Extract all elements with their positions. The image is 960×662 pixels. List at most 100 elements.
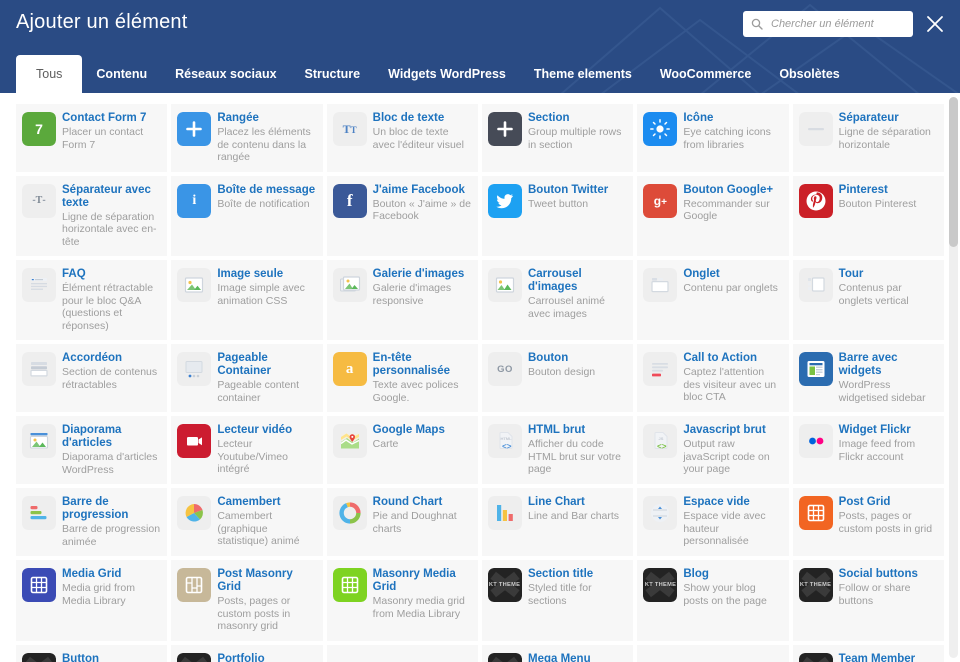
tab-widgets-wordpress[interactable]: Widgets WordPress bbox=[374, 55, 520, 93]
element-card[interactable]: KT THEME Mega Menu widgetCategories mega … bbox=[481, 644, 634, 662]
tab-theme-elements[interactable]: Theme elements bbox=[520, 55, 646, 93]
element-name: Onglet bbox=[683, 268, 720, 280]
scrollbar-thumb[interactable] bbox=[949, 97, 958, 247]
element-card[interactable]: Round Chart Pie and Doughnat charts bbox=[326, 488, 478, 556]
element-card[interactable]: Diaporama d'articles Diaporama d'articles… bbox=[16, 416, 168, 484]
element-card[interactable]: Widget Flickr Image feed from Flickr acco… bbox=[792, 416, 944, 484]
element-card[interactable]: Media Grid Media grid from Media Library bbox=[16, 560, 168, 641]
element-card[interactable]: Lecteur vidéo Lecteur Youtube/Vimeo intég… bbox=[171, 416, 323, 484]
vertical-scrollbar[interactable] bbox=[949, 97, 958, 658]
tab-woocommerce[interactable]: WooCommerce bbox=[646, 55, 765, 93]
element-card[interactable]: KT THEME Social buttons Follow or share bu… bbox=[792, 560, 944, 641]
element-card[interactable]: Tour Contenus par onglets vertical bbox=[792, 260, 944, 340]
masonry-media-grid-icon bbox=[332, 568, 367, 602]
element-text: Bloc de texte Un bloc de texte avec l'édi… bbox=[373, 112, 471, 151]
element-name: HTML brut bbox=[527, 424, 586, 436]
element-card[interactable]: FAQ Élément rétractable pour le bloc Q&A … bbox=[16, 260, 168, 340]
tab-obsol-tes[interactable]: Obsolètes bbox=[765, 55, 853, 93]
element-card[interactable]: KT THEMEGoogle Map bbox=[326, 644, 478, 662]
element-card[interactable]: TT Bloc de texte Un bloc de texte avec l'é… bbox=[326, 104, 478, 172]
element-name: Barre de progression bbox=[62, 496, 129, 521]
element-card[interactable]: KT THEME Section title Styled title for se… bbox=[481, 560, 634, 641]
element-card[interactable]: Camembert Camembert (graphique statistiqu… bbox=[171, 488, 323, 556]
element-card[interactable]: g+ Bouton Google+ Recommander sur Google bbox=[637, 175, 789, 256]
twitter-icon bbox=[487, 183, 522, 218]
element-card[interactable]: Post Grid Posts, pages or custom posts in… bbox=[792, 488, 944, 556]
element-card[interactable]: Séparateur Ligne de séparation horizontal… bbox=[792, 104, 944, 172]
element-name: Widget Flickr bbox=[838, 424, 911, 436]
element-name: Icône bbox=[683, 112, 714, 124]
tab-structure[interactable]: Structure bbox=[291, 55, 375, 93]
element-card[interactable]: Pinterest Bouton Pinterest bbox=[792, 175, 944, 256]
element-text: Barre de progression Barre de progression… bbox=[62, 496, 160, 548]
tab-tous[interactable]: Tous bbox=[16, 55, 83, 93]
element-description: Posts, pages or custom posts in grid bbox=[838, 510, 933, 535]
element-card[interactable]: Barre de progression Barre de progression… bbox=[16, 488, 168, 556]
element-card[interactable]: Pageable Container Pageable content conta… bbox=[171, 344, 323, 412]
element-description: Show your blog posts on the page bbox=[683, 582, 767, 607]
element-icon-wrap: KT THEME bbox=[798, 652, 833, 662]
tab-r-seaux-sociaux[interactable]: Réseaux sociaux bbox=[161, 55, 290, 93]
element-icon-wrap bbox=[177, 352, 212, 386]
tab-contenu[interactable]: Contenu bbox=[82, 55, 161, 93]
element-card[interactable]: Bouton Twitter Tweet button bbox=[481, 175, 634, 256]
element-card[interactable]: Accordéon Section de contenus rétractable… bbox=[16, 344, 168, 412]
element-card[interactable]: GO Bouton Bouton design bbox=[481, 344, 634, 412]
element-card[interactable]: HTML <> HTML brut Afficher du code HTML bru… bbox=[481, 416, 634, 484]
element-card[interactable]: Image seule Image simple avec animation C… bbox=[171, 260, 323, 340]
facebook-icon: f bbox=[332, 183, 367, 218]
element-card[interactable]: KT THEME ButtonSimple button in different… bbox=[16, 644, 168, 662]
element-card[interactable]: Call to Action Captez l'attention des vis… bbox=[637, 344, 789, 412]
single-image-icon bbox=[177, 268, 212, 302]
element-text: Masonry Media Grid Masonry media grid fro… bbox=[373, 568, 471, 620]
element-card[interactable]: Post Masonry Grid Posts, pages or custom … bbox=[171, 560, 323, 641]
element-card[interactable]: KT THEMEAnimated Counter bbox=[637, 644, 789, 662]
element-card[interactable]: Section Group multiple rows in section bbox=[481, 104, 634, 172]
element-description: WordPress widgetised sidebar bbox=[838, 379, 926, 404]
element-card[interactable]: a En-tête personnalisée Texte avec polices… bbox=[326, 344, 478, 412]
element-description: Bouton Pinterest bbox=[838, 197, 917, 210]
pageable-container-icon bbox=[177, 352, 212, 386]
element-card[interactable]: f J'aime Facebook Bouton « J'aime » de Fac… bbox=[326, 175, 478, 256]
element-card[interactable]: Masonry Media Grid Masonry media grid fro… bbox=[326, 560, 478, 641]
element-icon-wrap bbox=[643, 268, 678, 302]
element-name: Bloc de texte bbox=[372, 112, 445, 124]
element-name: Post Grid bbox=[838, 496, 891, 508]
svg-text:<>: <> bbox=[657, 443, 667, 452]
element-name: FAQ bbox=[62, 268, 86, 280]
element-card[interactable]: JS <> Javascript brut Output raw javaScript… bbox=[637, 416, 789, 484]
search-box[interactable] bbox=[743, 11, 913, 37]
element-name: Blog bbox=[683, 568, 709, 580]
element-text: Round Chart Pie and Doughnat charts bbox=[373, 496, 471, 535]
element-name: Barre avec widgets bbox=[838, 352, 898, 377]
element-text: Post Grid Posts, pages or custom posts in… bbox=[839, 496, 937, 535]
element-card[interactable]: Onglet Contenu par onglets bbox=[637, 260, 789, 340]
element-text: ButtonSimple button in different theme s… bbox=[62, 653, 160, 662]
element-card[interactable]: 7 Contact Form 7 Placer un contact Form 7 bbox=[16, 104, 168, 172]
element-description: Bouton « J'aime » de Facebook bbox=[372, 197, 471, 223]
element-card[interactable]: Google Maps Carte bbox=[326, 416, 478, 484]
element-text: Boîte de message Boîte de notification bbox=[217, 184, 315, 211]
element-description: Afficher du code HTML brut sur votre pag… bbox=[527, 438, 621, 475]
element-description: Ligne de séparation horizontale bbox=[838, 126, 931, 151]
element-card[interactable]: -T- Séparateur avec texte Ligne de séparat… bbox=[16, 175, 168, 256]
element-card[interactable]: KT THEME Team MemberDisplay information a… bbox=[792, 644, 944, 662]
search-input[interactable] bbox=[769, 17, 905, 31]
element-card[interactable]: Espace vide Espace vide avec hauteur pers… bbox=[637, 488, 789, 556]
element-card[interactable]: i Boîte de message Boîte de notification bbox=[171, 175, 323, 256]
close-icon[interactable] bbox=[924, 13, 946, 35]
element-description: Diaporama d'articles WordPress bbox=[62, 451, 158, 476]
element-card[interactable]: Carrousel d'images Carrousel animé avec i… bbox=[481, 260, 634, 340]
element-card[interactable]: Icône Eye catching icons from libraries bbox=[637, 104, 789, 172]
element-card[interactable]: KT THEME PortfolioShowcase your projects … bbox=[171, 644, 323, 662]
kt-theme-icon: KT THEME bbox=[22, 652, 56, 662]
element-card[interactable]: Barre avec widgets WordPress widgetised s… bbox=[792, 344, 944, 412]
element-card[interactable]: KT THEME Blog Show your blog posts on the … bbox=[637, 560, 789, 641]
element-icon-wrap: KT THEME bbox=[643, 568, 678, 602]
element-card[interactable]: Galerie d'images Galerie d'images respons… bbox=[326, 260, 478, 340]
element-icon-wrap bbox=[643, 112, 678, 146]
element-card[interactable]: Line Chart Line and Bar charts bbox=[481, 488, 634, 556]
element-text: Social buttons Follow or share buttons bbox=[839, 568, 937, 607]
element-card[interactable]: Rangée Placez les éléments de contenu dan… bbox=[171, 104, 323, 172]
element-icon-wrap bbox=[798, 112, 833, 146]
